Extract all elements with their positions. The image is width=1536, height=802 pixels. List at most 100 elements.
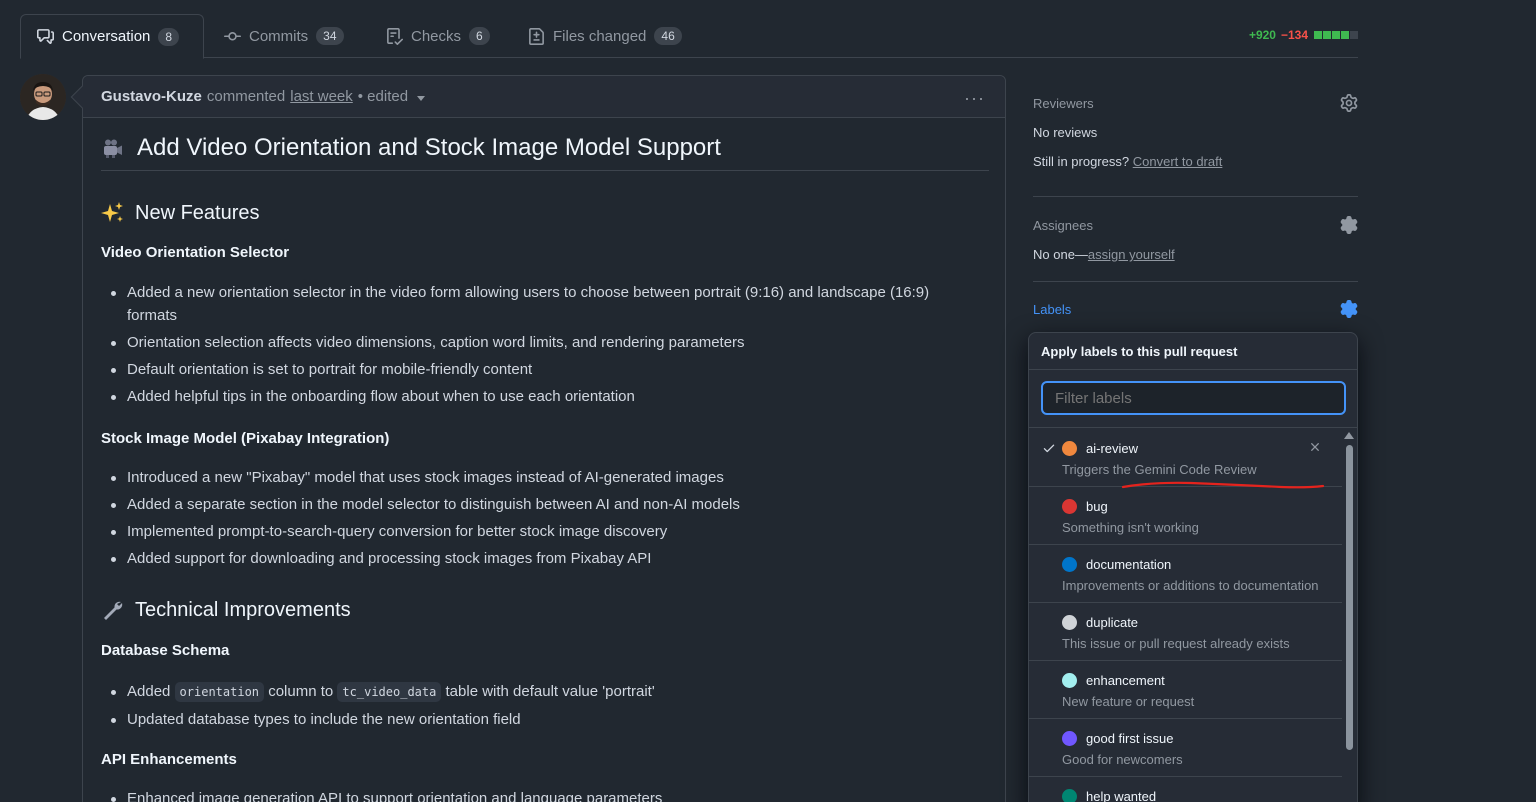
tab-label: Commits — [249, 27, 309, 45]
scroll-up-arrow-icon[interactable] — [1344, 432, 1354, 439]
label-color-dot — [1062, 557, 1077, 572]
labels-dropdown: Apply labels to this pull request ai-rev… — [1028, 332, 1358, 802]
tab-commits[interactable]: Commits 34 — [208, 14, 360, 58]
check-icon — [1043, 444, 1055, 453]
additions-count: +920 — [1248, 28, 1276, 42]
comment-discussion-icon — [37, 29, 54, 44]
tab-label: Conversation — [62, 28, 151, 45]
checklist-icon — [387, 27, 403, 45]
close-icon[interactable] — [1308, 440, 1322, 454]
diffstat-box — [1323, 31, 1331, 39]
label-option-duplicate[interactable]: duplicate This issue or pull request alre… — [1029, 603, 1342, 661]
assign-yourself-link[interactable]: assign yourself — [1088, 247, 1175, 262]
assignees-title[interactable]: Assignees — [1033, 218, 1358, 233]
reviewers-title[interactable]: Reviewers — [1033, 96, 1358, 111]
label-name: bug — [1086, 499, 1108, 514]
comment-body: Add Video Orientation and Stock Image Mo… — [101, 118, 989, 802]
dropdown-header: Apply labels to this pull request — [1029, 333, 1357, 370]
no-one-text: No one— — [1033, 247, 1088, 262]
video-orientation-list: Added a new orientation selector in the … — [101, 281, 971, 412]
edited-label[interactable]: • edited — [358, 88, 408, 105]
list-item: Added orientation column to tc_video_dat… — [101, 680, 971, 704]
scrollbar-thumb[interactable] — [1346, 445, 1353, 750]
list-item: Added a separate section in the model se… — [101, 493, 971, 516]
gear-icon[interactable] — [1340, 216, 1358, 234]
api-list: Enhanced image generation API to support… — [101, 787, 971, 802]
diffstat-box — [1332, 31, 1340, 39]
tab-counter: 8 — [158, 27, 180, 46]
label-name: duplicate — [1086, 615, 1139, 630]
convert-to-draft-link[interactable]: Convert to draft — [1133, 154, 1223, 169]
label-color-dot — [1062, 731, 1077, 746]
avatar[interactable] — [20, 74, 66, 120]
pr-tabs: Conversation 8 Commits 34 Checks 6 Files… — [20, 14, 1358, 59]
divider — [1033, 196, 1358, 197]
database-list: Added orientation column to tc_video_dat… — [101, 680, 971, 735]
in-progress-text: Still in progress? — [1033, 154, 1130, 169]
deletions-count: −134 — [1280, 28, 1308, 42]
labels-section: Labels — [1033, 300, 1358, 318]
label-name: help wanted — [1086, 789, 1157, 802]
title-text: Add Video Orientation and Stock Image Mo… — [137, 133, 721, 161]
tab-conversation[interactable]: Conversation 8 — [20, 14, 204, 59]
section-heading-technical: Technical Improvements — [101, 598, 351, 622]
subheading-video-orientation: Video Orientation Selector — [101, 244, 290, 261]
label-description: New feature or request — [1062, 694, 1195, 709]
tab-counter: 46 — [654, 27, 682, 45]
diffstat: +920 −134 — [1249, 28, 1358, 42]
label-option-bug[interactable]: bug Something isn't working — [1029, 487, 1342, 545]
inline-code: orientation — [174, 682, 265, 702]
wrench-icon — [104, 601, 123, 620]
label-color-dot — [1062, 789, 1077, 802]
reviewers-value: No reviews — [1033, 125, 1098, 140]
assignees-section: Assignees No one—assign yourself — [1033, 216, 1358, 262]
assignees-value: No one—assign yourself — [1033, 247, 1358, 262]
label-option-good-first-issue[interactable]: good first issue Good for newcomers — [1029, 719, 1342, 777]
reviewers-section: Reviewers No reviews Still in progress? … — [1033, 94, 1358, 169]
diffstat-bar — [1313, 28, 1358, 42]
label-option-documentation[interactable]: documentation Improvements or additions t… — [1029, 545, 1342, 603]
git-commit-icon — [224, 31, 241, 40]
list-item: Implemented prompt-to-search-query conve… — [101, 520, 971, 543]
list-item: Added helpful tips in the onboarding flo… — [101, 385, 971, 408]
label-name: enhancement — [1086, 673, 1165, 688]
movie-camera-icon — [104, 139, 122, 158]
sparkles-icon — [101, 202, 123, 222]
label-option-enhancement[interactable]: enhancement New feature or request — [1029, 661, 1342, 719]
diffstat-box — [1341, 31, 1349, 39]
comment-timestamp[interactable]: last week — [290, 88, 353, 105]
comment-author[interactable]: Gustavo-Kuze — [101, 88, 202, 105]
diffstat-box — [1314, 31, 1322, 39]
label-color-dot — [1062, 499, 1077, 514]
list-item: Enhanced image generation API to support… — [101, 787, 971, 802]
section-heading-new-features: New Features — [101, 201, 260, 225]
heading-text: Technical Improvements — [135, 598, 351, 621]
label-name: ai-review — [1086, 441, 1139, 456]
inline-code: tc_video_data — [337, 682, 442, 702]
text-fragment: table with default value 'portrait' — [445, 683, 655, 700]
chevron-down-icon[interactable] — [417, 95, 426, 101]
gear-icon[interactable] — [1340, 94, 1358, 112]
tab-files-changed[interactable]: Files changed 46 — [512, 14, 698, 58]
filter-labels-input[interactable] — [1041, 381, 1346, 415]
divider — [1029, 427, 1357, 428]
label-description: Something isn't working — [1062, 520, 1199, 535]
label-description: Good for newcomers — [1062, 752, 1183, 767]
label-color-dot — [1062, 673, 1077, 688]
label-option-help-wanted[interactable]: help wanted — [1029, 777, 1342, 802]
tab-label: Checks — [411, 27, 462, 45]
list-item: Default orientation is set to portrait f… — [101, 358, 971, 381]
kebab-menu-icon[interactable]: ··· — [964, 88, 985, 109]
file-diff-icon — [529, 27, 544, 45]
tab-counter: 6 — [469, 27, 490, 45]
draft-prompt: Still in progress? Convert to draft — [1033, 154, 1358, 169]
heading-text: New Features — [135, 201, 260, 224]
label-description: This issue or pull request already exist… — [1062, 636, 1290, 651]
pr-description-comment: Gustavo-Kuze commented last week • edite… — [82, 75, 1006, 802]
gear-icon[interactable] — [1340, 300, 1358, 318]
subheading-api: API Enhancements — [101, 751, 237, 768]
labels-title[interactable]: Labels — [1033, 302, 1358, 317]
label-description: Triggers the Gemini Code Review — [1062, 462, 1257, 477]
tab-checks[interactable]: Checks 6 — [370, 14, 506, 58]
tab-counter: 34 — [316, 27, 344, 45]
